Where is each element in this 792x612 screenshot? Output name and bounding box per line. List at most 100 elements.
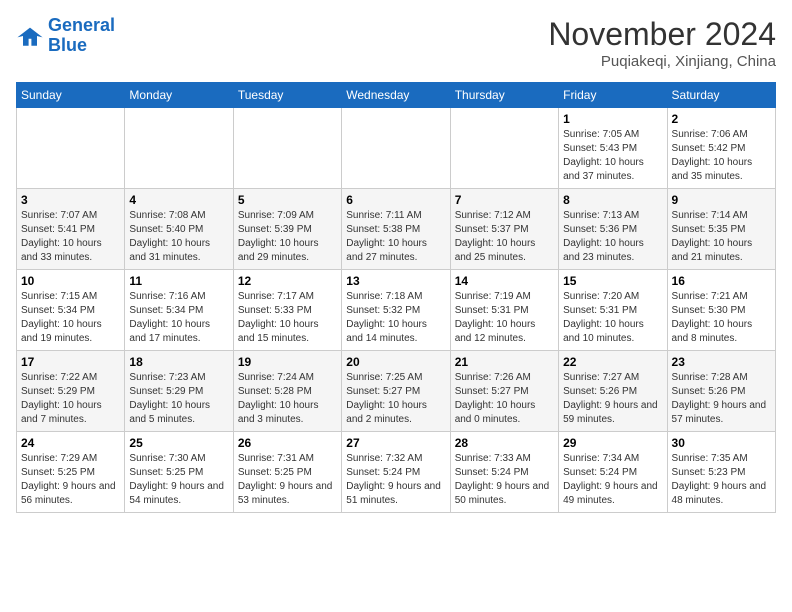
day-cell: 3 Sunrise: 7:07 AMSunset: 5:41 PMDaylight…: [17, 189, 125, 270]
day-cell: [342, 108, 450, 189]
day-number: 23: [672, 355, 771, 369]
day-number: 22: [563, 355, 662, 369]
day-cell: 12Sunrise: 7:17 AMSunset: 5:33 PMDayligh…: [233, 270, 341, 351]
day-cell: 30 Sunrise: 7:35 AMSunset: 5:23 PMDayligh…: [667, 432, 775, 513]
logo-text-line2: Blue: [48, 36, 115, 56]
header-cell-wednesday: Wednesday: [342, 83, 450, 108]
day-info: Sunrise: 7:21 AMSunset: 5:30 PMDaylight:…: [672, 290, 771, 346]
day-cell: 25 Sunrise: 7:30 AMSunset: 5:25 PMDayligh…: [125, 432, 233, 513]
day-cell: 7 Sunrise: 7:12 AMSunset: 5:37 PMDaylight…: [450, 189, 558, 270]
day-number: 25: [129, 436, 228, 450]
page-header: General Blue November 2024 Puqiakeqi, Xi…: [16, 16, 776, 70]
day-number: 18: [129, 355, 228, 369]
day-info: Sunrise: 7:05 AMSunset: 5:43 PMDaylight:…: [563, 128, 662, 184]
day-info: Sunrise: 7:15 AMSunset: 5:34 PMDaylight:…: [21, 290, 120, 346]
day-info: Sunrise: 7:19 AMSunset: 5:31 PMDaylight:…: [455, 290, 554, 346]
day-cell: 10Sunrise: 7:15 AMSunset: 5:34 PMDayligh…: [17, 270, 125, 351]
day-cell: [125, 108, 233, 189]
calendar-table: SundayMondayTuesdayWednesdayThursdayFrid…: [16, 82, 776, 513]
header-cell-monday: Monday: [125, 83, 233, 108]
day-info: Sunrise: 7:28 AMSunset: 5:26 PMDaylight:…: [672, 371, 771, 427]
day-info: Sunrise: 7:24 AMSunset: 5:28 PMDaylight:…: [238, 371, 337, 427]
day-info: Sunrise: 7:35 AMSunset: 5:23 PMDaylight:…: [672, 452, 771, 508]
day-cell: 20Sunrise: 7:25 AMSunset: 5:27 PMDayligh…: [342, 351, 450, 432]
day-number: 24: [21, 436, 120, 450]
day-number: 2: [672, 112, 771, 126]
header-cell-sunday: Sunday: [17, 83, 125, 108]
day-cell: [233, 108, 341, 189]
logo-text-line1: General: [48, 16, 115, 36]
header-cell-saturday: Saturday: [667, 83, 775, 108]
day-info: Sunrise: 7:08 AMSunset: 5:40 PMDaylight:…: [129, 209, 228, 265]
week-row-4: 17 Sunrise: 7:22 AMSunset: 5:29 PMDayligh…: [17, 351, 776, 432]
day-number: 4: [129, 193, 228, 207]
day-info: Sunrise: 7:16 AMSunset: 5:34 PMDaylight:…: [129, 290, 228, 346]
location: Puqiakeqi, Xinjiang, China: [548, 53, 776, 70]
day-number: 21: [455, 355, 554, 369]
day-info: Sunrise: 7:27 AMSunset: 5:26 PMDaylight:…: [563, 371, 662, 427]
day-info: Sunrise: 7:30 AMSunset: 5:25 PMDaylight:…: [129, 452, 228, 508]
day-cell: 24 Sunrise: 7:29 AMSunset: 5:25 PMDayligh…: [17, 432, 125, 513]
day-cell: 14 Sunrise: 7:19 AMSunset: 5:31 PMDayligh…: [450, 270, 558, 351]
day-cell: 9 Sunrise: 7:14 AMSunset: 5:35 PMDaylight…: [667, 189, 775, 270]
day-cell: 29Sunrise: 7:34 AMSunset: 5:24 PMDayligh…: [559, 432, 667, 513]
day-info: Sunrise: 7:12 AMSunset: 5:37 PMDaylight:…: [455, 209, 554, 265]
day-number: 14: [455, 274, 554, 288]
day-info: Sunrise: 7:31 AMSunset: 5:25 PMDaylight:…: [238, 452, 337, 508]
day-cell: 5 Sunrise: 7:09 AMSunset: 5:39 PMDaylight…: [233, 189, 341, 270]
day-number: 12: [238, 274, 337, 288]
day-cell: 27Sunrise: 7:32 AMSunset: 5:24 PMDayligh…: [342, 432, 450, 513]
week-row-5: 24 Sunrise: 7:29 AMSunset: 5:25 PMDayligh…: [17, 432, 776, 513]
day-number: 19: [238, 355, 337, 369]
day-number: 9: [672, 193, 771, 207]
day-number: 30: [672, 436, 771, 450]
day-cell: 22 Sunrise: 7:27 AMSunset: 5:26 PMDayligh…: [559, 351, 667, 432]
day-cell: 15 Sunrise: 7:20 AMSunset: 5:31 PMDayligh…: [559, 270, 667, 351]
day-cell: 6 Sunrise: 7:11 AMSunset: 5:38 PMDaylight…: [342, 189, 450, 270]
day-cell: 16 Sunrise: 7:21 AMSunset: 5:30 PMDayligh…: [667, 270, 775, 351]
day-info: Sunrise: 7:29 AMSunset: 5:25 PMDaylight:…: [21, 452, 120, 508]
day-cell: [450, 108, 558, 189]
day-info: Sunrise: 7:25 AMSunset: 5:27 PMDaylight:…: [346, 371, 445, 427]
day-number: 3: [21, 193, 120, 207]
day-cell: [17, 108, 125, 189]
day-cell: 2 Sunrise: 7:06 AMSunset: 5:42 PMDaylight…: [667, 108, 775, 189]
header-cell-thursday: Thursday: [450, 83, 558, 108]
day-info: Sunrise: 7:32 AMSunset: 5:24 PMDaylight:…: [346, 452, 445, 508]
day-info: Sunrise: 7:06 AMSunset: 5:42 PMDaylight:…: [672, 128, 771, 184]
title-block: November 2024 Puqiakeqi, Xinjiang, China: [548, 16, 776, 70]
day-info: Sunrise: 7:13 AMSunset: 5:36 PMDaylight:…: [563, 209, 662, 265]
day-cell: 28Sunrise: 7:33 AMSunset: 5:24 PMDayligh…: [450, 432, 558, 513]
day-number: 7: [455, 193, 554, 207]
day-info: Sunrise: 7:07 AMSunset: 5:41 PMDaylight:…: [21, 209, 120, 265]
day-cell: 18Sunrise: 7:23 AMSunset: 5:29 PMDayligh…: [125, 351, 233, 432]
day-number: 6: [346, 193, 445, 207]
day-info: Sunrise: 7:34 AMSunset: 5:24 PMDaylight:…: [563, 452, 662, 508]
day-number: 17: [21, 355, 120, 369]
day-info: Sunrise: 7:18 AMSunset: 5:32 PMDaylight:…: [346, 290, 445, 346]
day-info: Sunrise: 7:20 AMSunset: 5:31 PMDaylight:…: [563, 290, 662, 346]
day-info: Sunrise: 7:11 AMSunset: 5:38 PMDaylight:…: [346, 209, 445, 265]
day-number: 26: [238, 436, 337, 450]
week-row-1: 1 Sunrise: 7:05 AMSunset: 5:43 PMDaylight…: [17, 108, 776, 189]
logo: General Blue: [16, 16, 115, 56]
day-number: 13: [346, 274, 445, 288]
day-cell: 26 Sunrise: 7:31 AMSunset: 5:25 PMDayligh…: [233, 432, 341, 513]
day-number: 16: [672, 274, 771, 288]
day-cell: 8Sunrise: 7:13 AMSunset: 5:36 PMDaylight…: [559, 189, 667, 270]
week-row-3: 10Sunrise: 7:15 AMSunset: 5:34 PMDayligh…: [17, 270, 776, 351]
day-number: 15: [563, 274, 662, 288]
header-row: SundayMondayTuesdayWednesdayThursdayFrid…: [17, 83, 776, 108]
day-cell: 19 Sunrise: 7:24 AMSunset: 5:28 PMDayligh…: [233, 351, 341, 432]
day-info: Sunrise: 7:26 AMSunset: 5:27 PMDaylight:…: [455, 371, 554, 427]
month-title: November 2024: [548, 16, 776, 53]
day-info: Sunrise: 7:09 AMSunset: 5:39 PMDaylight:…: [238, 209, 337, 265]
header-cell-tuesday: Tuesday: [233, 83, 341, 108]
day-info: Sunrise: 7:33 AMSunset: 5:24 PMDaylight:…: [455, 452, 554, 508]
day-cell: 21 Sunrise: 7:26 AMSunset: 5:27 PMDayligh…: [450, 351, 558, 432]
day-info: Sunrise: 7:22 AMSunset: 5:29 PMDaylight:…: [21, 371, 120, 427]
day-number: 5: [238, 193, 337, 207]
day-cell: 4 Sunrise: 7:08 AMSunset: 5:40 PMDaylight…: [125, 189, 233, 270]
day-number: 1: [563, 112, 662, 126]
day-info: Sunrise: 7:14 AMSunset: 5:35 PMDaylight:…: [672, 209, 771, 265]
